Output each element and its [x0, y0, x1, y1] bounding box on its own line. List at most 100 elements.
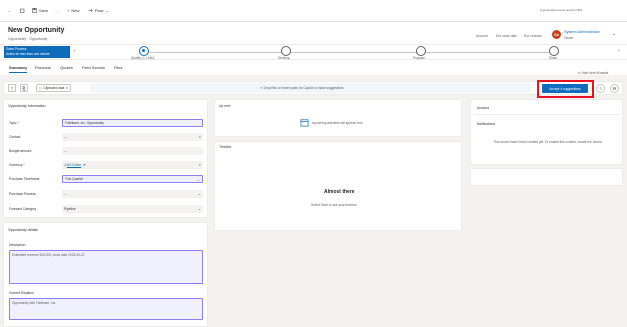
- process-duration: Active for less than one minute: [6, 51, 50, 56]
- description-value: Estimated revenue $10,000; close date 20…: [12, 253, 85, 257]
- currency-label: Currency*: [9, 163, 25, 167]
- save-button[interactable]: Save: [32, 8, 48, 13]
- purchase-timeframe-select[interactable]: This Quarter ⌄: [62, 175, 203, 183]
- section-title: Opportunity details: [8, 228, 38, 232]
- settings-icon[interactable]: ⚙: [610, 84, 619, 93]
- required-marker: *: [23, 163, 25, 167]
- new-button[interactable]: + New: [67, 8, 79, 13]
- flow-button[interactable]: Flow ⌄: [88, 8, 109, 13]
- up-next-empty-text: Upcoming activities will appear here: [312, 120, 363, 125]
- plus-icon: +: [67, 8, 70, 13]
- budget-amount-label: Budget amount: [9, 149, 32, 153]
- clipboard-chip[interactable]: ▢ Clipboard data ✕: [36, 84, 72, 92]
- header-account[interactable]: Account: [476, 34, 488, 38]
- budget-amount-value: ---: [64, 149, 68, 153]
- status-text: A generative name record CSIS: [540, 8, 583, 12]
- chevron-down-icon: ⌄: [196, 177, 200, 182]
- close-icon[interactable]: ✕: [66, 86, 69, 90]
- forecast-category-value: Pipeline: [64, 207, 76, 211]
- chevron-down-icon[interactable]: ⌄: [612, 31, 616, 37]
- tab-products[interactable]: Products: [35, 65, 51, 70]
- forecast-category-select[interactable]: Pipeline ⌄: [62, 205, 203, 213]
- current-situation-value: Opportunity with Fabrikam, Inc.: [12, 301, 57, 305]
- header-est-close-date[interactable]: Est. close date: [496, 34, 517, 38]
- related-panel: [470, 99, 623, 165]
- search-icon[interactable]: ⌕: [199, 134, 201, 139]
- page-title: New Opportunity: [8, 27, 65, 34]
- popout-button[interactable]: [20, 8, 25, 13]
- currency-field[interactable]: ◎ US Dollar ✕ ⌕: [62, 161, 203, 169]
- timeline-almost-there: Almost there: [324, 189, 355, 195]
- description-label: Description: [9, 243, 26, 247]
- tab-files[interactable]: Files: [114, 65, 122, 70]
- chevron-left-icon[interactable]: ‹: [74, 48, 76, 54]
- hide-form-fill-assist[interactable]: ⊘ Hide form fill assist: [578, 71, 608, 75]
- clipboard-chip-label: Clipboard data: [43, 86, 65, 90]
- stage-qualify-dot[interactable]: [139, 46, 149, 56]
- back-icon: ←: [7, 8, 11, 13]
- contact-value: ---: [64, 135, 68, 139]
- flow-label: Flow: [95, 8, 104, 13]
- back-button[interactable]: ←: [7, 8, 11, 13]
- save-icon: [32, 8, 37, 13]
- header-est-revenue[interactable]: Est. revenue: [524, 34, 542, 38]
- current-situation-label: Current Situation: [9, 291, 34, 295]
- section-title: Opportunity Information: [8, 104, 46, 108]
- purchase-process-select[interactable]: --- ⌄: [62, 190, 203, 198]
- chevron-down-icon: ⌄: [197, 206, 201, 211]
- timeline-hint: Select Save to see your timeline.: [311, 203, 358, 207]
- stage-propose-dot[interactable]: [416, 46, 426, 56]
- topic-label: Topic*: [9, 121, 19, 125]
- timeline-title: Timeline: [219, 145, 232, 149]
- attach-icon[interactable]: ⎘: [20, 84, 28, 92]
- forecast-category-label: Forecast Category: [9, 207, 37, 211]
- tab-field-service[interactable]: Field Service: [82, 65, 105, 70]
- chevron-down-icon: ⌄: [105, 8, 109, 13]
- drop-zone-text: ✦ Drop files or insert pasts for Copilot…: [260, 86, 343, 90]
- up-next-empty: Upcoming activities will appear here: [300, 118, 363, 127]
- contact-field[interactable]: --- ⌕: [62, 133, 203, 141]
- stage-develop-dot[interactable]: [281, 46, 291, 56]
- topic-field[interactable]: Fabrikam, Inc. Opportunity: [62, 119, 203, 127]
- currency-link[interactable]: US Dollar: [67, 163, 81, 167]
- purchase-process-value: ---: [64, 192, 68, 196]
- current-situation-field[interactable]: Opportunity with Fabrikam, Inc.: [9, 298, 203, 320]
- help-icon[interactable]: ?: [596, 84, 605, 93]
- chevron-down-icon: ⌄: [197, 191, 201, 196]
- budget-amount-field[interactable]: ---: [62, 147, 203, 155]
- calendar-icon: [300, 119, 309, 127]
- contact-label: Contact: [9, 135, 21, 139]
- stage-connector: [150, 52, 550, 53]
- record-header: [0, 22, 627, 44]
- description-field[interactable]: Estimated revenue $10,000; close date 20…: [9, 250, 203, 284]
- tab-quotes[interactable]: Quotes: [60, 65, 73, 70]
- purchase-timeframe-label: Purchase Timeframe: [9, 177, 40, 181]
- record-notice: This record hasn't been created yet. To …: [493, 140, 603, 144]
- tab-summary[interactable]: Summary: [9, 65, 28, 73]
- popout-icon: [20, 8, 25, 13]
- new-label: New: [71, 8, 80, 13]
- stage-close-dot[interactable]: [549, 46, 559, 56]
- required-marker: *: [17, 121, 19, 125]
- highlight-box: [537, 80, 594, 98]
- process-flag[interactable]: Sales Process Active for less than one m…: [4, 46, 70, 58]
- owner-name[interactable]: System Administrator: [564, 30, 600, 34]
- chevron-right-icon[interactable]: ›: [618, 48, 620, 54]
- hide-form-fill-label: Hide form fill assist: [581, 71, 609, 75]
- purchase-timeframe-value: This Quarter: [65, 177, 84, 181]
- text-icon[interactable]: T: [8, 84, 16, 92]
- more-icon: …: [55, 8, 59, 13]
- account-title: Account: [477, 106, 489, 110]
- purchase-process-label: Purchase Process: [9, 192, 36, 196]
- avatar[interactable]: SA: [552, 30, 561, 39]
- close-icon[interactable]: ✕: [83, 163, 86, 167]
- flow-icon: [88, 8, 93, 13]
- notifications-title: Notifications: [477, 122, 495, 126]
- empty-card: [470, 168, 623, 186]
- up-next-title: Up next: [219, 104, 231, 108]
- search-icon[interactable]: ⌕: [199, 162, 201, 167]
- more-commands-button[interactable]: …: [55, 8, 59, 13]
- topic-value: Fabrikam, Inc. Opportunity: [65, 121, 104, 125]
- record-subtitle: Opportunity · Opportunity ·: [8, 37, 50, 41]
- clipboard-icon: ▢: [39, 86, 43, 90]
